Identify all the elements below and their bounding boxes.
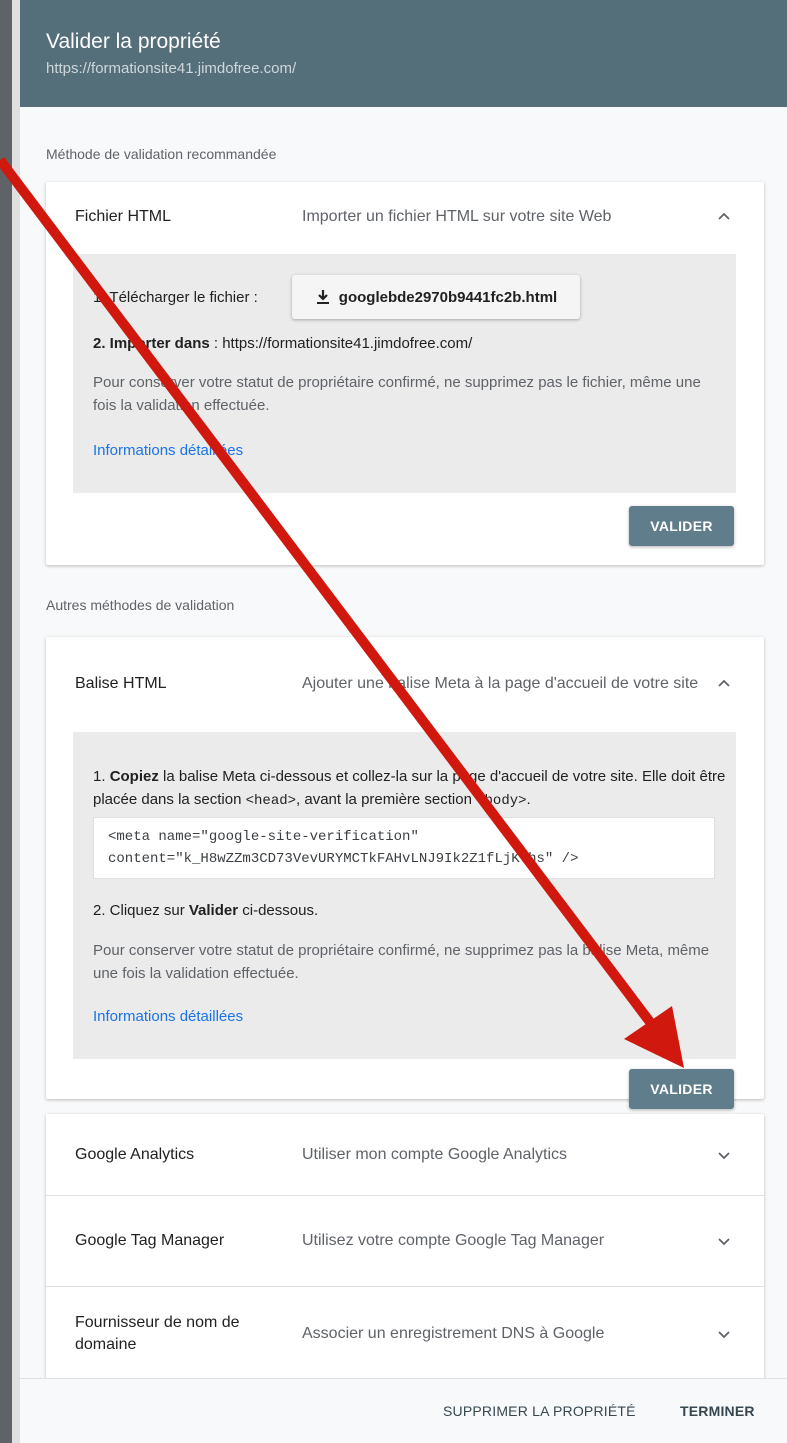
step-upload-label: 2. Importer dans: [93, 335, 210, 352]
recommended-method-label: Méthode de validation recommandée: [46, 146, 277, 162]
method-name: Fournisseur de nom de domaine: [75, 1313, 240, 1353]
method-description: Associer un enregistrement DNS à Google: [302, 1324, 605, 1342]
done-button[interactable]: TERMINER: [680, 1403, 755, 1419]
more-info-link[interactable]: Informations détaillées: [93, 442, 243, 459]
method-description: Utiliser mon compte Google Analytics: [302, 1145, 567, 1163]
step-copy-end: .: [526, 791, 531, 808]
verify-property-dialog: Valider la propriété https://formationsi…: [20, 0, 787, 1443]
method-name: Google Analytics: [75, 1145, 195, 1163]
meta-tag-instructions: 1. Copiez la balise Meta ci-dessous et c…: [73, 732, 736, 1059]
step-download-label: 1. Télécharger le fichier :: [93, 289, 258, 306]
chevron-down-icon[interactable]: [716, 1233, 732, 1249]
meta-tag-method-header[interactable]: Balise HTML Ajouter une balise Meta à la…: [46, 637, 764, 731]
chevron-up-icon[interactable]: [716, 209, 732, 225]
dialog-title: Valider la propriété: [46, 30, 221, 53]
other-methods-label: Autres méthodes de validation: [46, 597, 235, 613]
validate-meta-tag-button[interactable]: VALIDER: [629, 1069, 734, 1109]
step-copy-mid: , avant la première section: [296, 791, 477, 808]
method-row-google-tag-manager[interactable]: Google Tag Manager Utilisez votre compte…: [46, 1195, 764, 1286]
html-file-instructions: 1. Télécharger le fichier : googlebde297…: [73, 254, 736, 493]
step-copy-meta: 1. Copiez la balise Meta ci-dessous et c…: [93, 765, 733, 813]
meta-code-line: <meta name="google-site-verification": [108, 829, 419, 845]
meta-tag-method-card: Balise HTML Ajouter une balise Meta à la…: [46, 637, 764, 1109]
method-description: Ajouter une balise Meta à la page d'accu…: [302, 675, 699, 692]
head-tag-text: <head>: [245, 793, 297, 809]
more-info-link[interactable]: Informations détaillées: [93, 1008, 243, 1025]
delete-property-button[interactable]: SUPPRIMER LA PROPRIÉTÉ: [443, 1403, 636, 1419]
background-window-strip: [12, 0, 20, 1443]
meta-code-line: content="k_H8wZZm3CD73VevURYMCTkFAHvLNJ9…: [108, 851, 579, 867]
method-description: Utilisez votre compte Google Tag Manager: [302, 1232, 605, 1249]
validate-html-file-button[interactable]: VALIDER: [629, 506, 734, 546]
chevron-up-icon[interactable]: [716, 676, 732, 692]
property-url: https://formationsite41.jimdofree.com/: [46, 60, 297, 77]
step-upload-target: : https://formationsite41.jimdofree.com/: [209, 335, 473, 352]
step-validate-post: ci-dessous.: [238, 902, 319, 919]
step-upload: 2. Importer dans : https://formationsite…: [93, 333, 472, 355]
chevron-down-icon[interactable]: [716, 1326, 732, 1342]
step-number: 1.: [93, 768, 106, 785]
method-name: Google Tag Manager: [75, 1232, 225, 1249]
method-row-google-analytics[interactable]: Google Analytics Utiliser mon compte Goo…: [46, 1114, 764, 1195]
method-name: Balise HTML: [75, 675, 167, 692]
collapsed-methods-list: Google Analytics Utiliser mon compte Goo…: [46, 1114, 764, 1380]
download-file-name: googlebde2970b9441fc2b.html: [338, 288, 558, 306]
step-copy-verb: Copiez: [109, 768, 159, 785]
method-row-domain-provider[interactable]: Fournisseur de nom de domaine Associer u…: [46, 1286, 764, 1380]
step-click-validate: 2. Cliquez sur Valider ci-dessous.: [93, 900, 318, 922]
dialog-header: Valider la propriété https://formationsi…: [20, 0, 787, 107]
step-validate-pre: 2. Cliquez sur: [93, 902, 189, 919]
keep-file-note: Pour conserver votre statut de propriéta…: [93, 374, 701, 414]
method-description: Importer un fichier HTML sur votre site …: [302, 208, 612, 225]
keep-meta-note: Pour conserver votre statut de propriéta…: [93, 942, 710, 982]
download-file-button[interactable]: googlebde2970b9441fc2b.html: [292, 275, 580, 319]
background-window-edge: [0, 0, 12, 1443]
step-validate-bold: Valider: [188, 902, 239, 919]
download-icon: [316, 290, 329, 304]
html-file-method-card: Fichier HTML Importer un fichier HTML su…: [46, 182, 764, 565]
method-name: Fichier HTML: [75, 208, 172, 225]
chevron-down-icon[interactable]: [716, 1147, 732, 1163]
body-tag-text: <body>: [476, 793, 527, 809]
html-file-method-header[interactable]: Fichier HTML Importer un fichier HTML su…: [46, 182, 764, 252]
meta-tag-code[interactable]: <meta name="google-site-verification" co…: [93, 817, 715, 879]
dialog-footer: SUPPRIMER LA PROPRIÉTÉ TERMINER: [20, 1378, 787, 1443]
